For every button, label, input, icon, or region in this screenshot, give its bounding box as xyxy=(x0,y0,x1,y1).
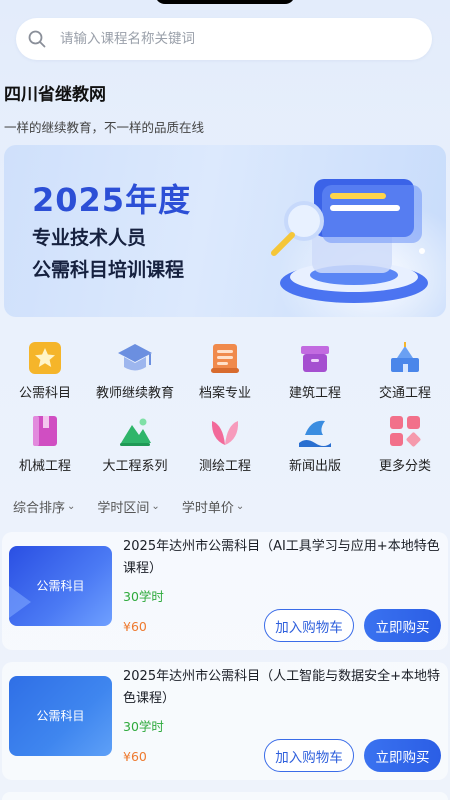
archive-box-icon xyxy=(295,338,335,378)
category-label: 建筑工程 xyxy=(288,386,341,401)
category-transportation[interactable]: 交通工程 xyxy=(360,338,450,401)
building-icon xyxy=(385,338,425,378)
search-bar[interactable] xyxy=(16,18,432,60)
category-label: 机械工程 xyxy=(18,459,71,474)
banner-year: 2025年度 xyxy=(32,181,192,219)
category-news-publishing[interactable]: 新闻出版 xyxy=(270,411,360,474)
chevron-down-icon: ⌄ xyxy=(235,501,245,512)
site-slogan: 一样的继续教育，不一样的品质在线 xyxy=(4,120,205,135)
category-major-engineering[interactable]: 大工程系列 xyxy=(90,411,180,474)
add-to-cart-button[interactable]: 加入购物车 xyxy=(264,739,354,772)
filter-bar: 综合排序 ⌄ 学时区间 ⌄ 学时单价 ⌄ xyxy=(13,497,244,516)
search-icon xyxy=(28,30,46,48)
course-thumbnail-label: 公需科目 xyxy=(36,579,85,593)
category-label: 公需科目 xyxy=(18,386,71,401)
course-card[interactable]: 公需科目 2025年达州市公需科目（AI工具学习与应用+本地特色课程） 30学时… xyxy=(2,532,448,650)
course-hours: 30学时 xyxy=(123,719,164,734)
graduation-cap-icon xyxy=(115,338,155,378)
category-label: 大工程系列 xyxy=(102,459,168,474)
category-label: 测绘工程 xyxy=(198,459,251,474)
category-label: 更多分类 xyxy=(378,459,431,474)
buy-now-button[interactable]: 立即购买 xyxy=(364,739,441,772)
buy-now-button[interactable]: 立即购买 xyxy=(364,609,441,642)
category-mechanical[interactable]: 机械工程 xyxy=(0,411,90,474)
filter-label: 学时区间 xyxy=(97,501,150,516)
course-card[interactable]: 公需科目 2025年达州市公需科目（人工智能与数据安全+本地特色课程） 30学时… xyxy=(2,662,448,780)
star-badge-icon xyxy=(25,338,65,378)
filter-hours-range[interactable]: 学时区间 ⌄ xyxy=(97,497,159,516)
leaf-icon xyxy=(205,411,245,451)
filter-label: 学时单价 xyxy=(181,501,234,516)
banner-line-2: 专业技术人员 xyxy=(32,227,147,249)
filter-label: 综合排序 xyxy=(13,501,66,516)
search-input[interactable] xyxy=(60,31,432,47)
course-price: ¥60 xyxy=(123,749,147,764)
chevron-down-icon: ⌄ xyxy=(151,501,160,512)
category-public-subjects[interactable]: 公需科目 xyxy=(0,338,90,401)
promo-banner[interactable]: 2025年度 专业技术人员 公需科目培训课程 xyxy=(4,145,446,317)
category-archives[interactable]: 档案专业 xyxy=(180,338,270,401)
course-thumbnail-label: 公需科目 xyxy=(36,709,85,723)
course-hours: 30学时 xyxy=(123,589,164,604)
course-thumbnail: 公需科目 xyxy=(9,546,112,626)
category-more[interactable]: 更多分类 xyxy=(360,411,450,474)
course-title[interactable]: 2025年达州市公需科目（AI工具学习与应用+本地特色课程） xyxy=(123,536,441,580)
course-title[interactable]: 2025年达州市公需科目（人工智能与数据安全+本地特色课程） xyxy=(123,666,441,710)
book-icon xyxy=(25,411,65,451)
category-teacher-education[interactable]: 教师继续教育 xyxy=(90,338,180,401)
fish-wave-icon xyxy=(295,411,335,451)
mountain-icon xyxy=(115,411,155,451)
banner-illustration xyxy=(271,179,428,303)
category-surveying[interactable]: 测绘工程 xyxy=(180,411,270,474)
category-label: 新闻出版 xyxy=(288,459,341,474)
chevron-down-icon: ⌄ xyxy=(67,501,76,512)
scroll-icon xyxy=(205,338,245,378)
next-course-card-edge xyxy=(2,792,448,800)
filter-sort[interactable]: 综合排序 ⌄ xyxy=(13,497,75,516)
course-thumbnail: 公需科目 xyxy=(9,676,112,756)
add-to-cart-button[interactable]: 加入购物车 xyxy=(264,609,354,642)
banner-line-3: 公需科目培训课程 xyxy=(32,259,185,281)
category-label: 交通工程 xyxy=(378,386,431,401)
course-price: ¥60 xyxy=(123,619,147,634)
grid-icon xyxy=(385,411,425,451)
category-label: 教师继续教育 xyxy=(95,386,174,401)
device-notch xyxy=(155,0,295,4)
category-label: 档案专业 xyxy=(198,386,251,401)
filter-hour-price[interactable]: 学时单价 ⌄ xyxy=(182,497,244,516)
category-grid: 公需科目 教师继续教育 档案专业 建筑工程 交通工程 机械工程 大工程系列 测绘… xyxy=(0,338,450,474)
site-title: 四川省继教网 xyxy=(4,85,106,105)
category-construction[interactable]: 建筑工程 xyxy=(270,338,360,401)
